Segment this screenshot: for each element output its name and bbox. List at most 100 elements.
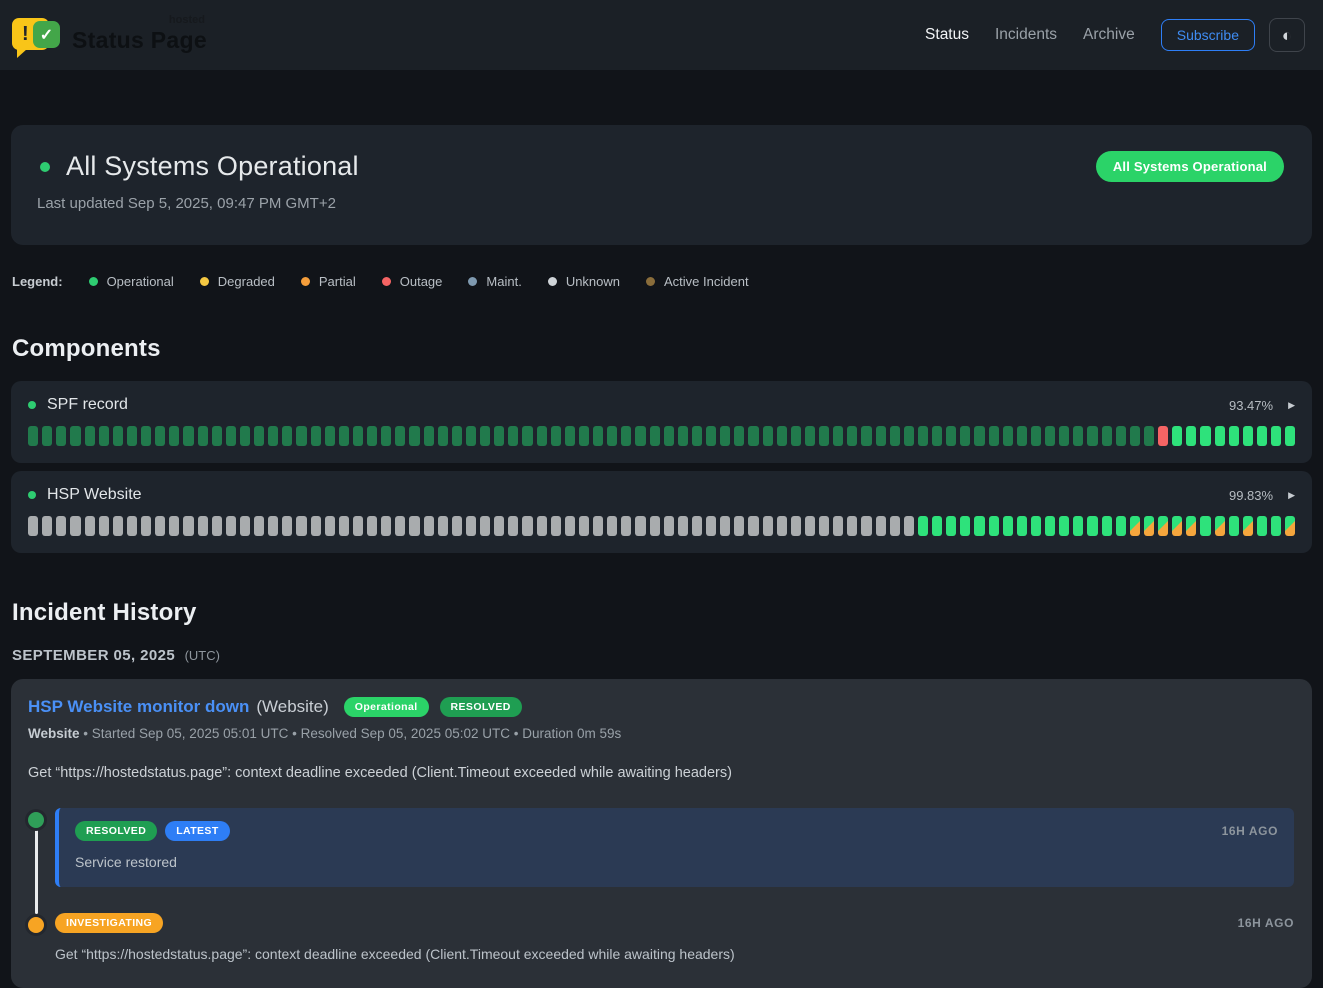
uptime-bar[interactable] (890, 516, 900, 536)
uptime-bar[interactable] (353, 516, 363, 536)
theme-toggle-button[interactable]: ◐ (1269, 18, 1305, 52)
uptime-bar[interactable] (339, 426, 349, 446)
uptime-bar[interactable] (409, 516, 419, 536)
uptime-bar[interactable] (438, 516, 448, 536)
uptime-bar[interactable] (664, 516, 674, 536)
uptime-bar[interactable] (960, 426, 970, 446)
uptime-bar[interactable] (85, 426, 95, 446)
uptime-bar[interactable] (847, 516, 857, 536)
uptime-bar[interactable] (565, 516, 575, 536)
uptime-bar[interactable] (1200, 516, 1210, 536)
uptime-bar[interactable] (607, 426, 617, 446)
component-card-hsp-website[interactable]: HSP Website99.83%▶ (11, 471, 1312, 553)
component-header[interactable]: HSP Website99.83%▶ (28, 486, 1295, 504)
uptime-bar[interactable] (734, 516, 744, 536)
uptime-bar[interactable] (1102, 426, 1112, 446)
uptime-bar[interactable] (650, 516, 660, 536)
uptime-bar[interactable] (183, 426, 193, 446)
uptime-bar[interactable] (989, 426, 999, 446)
subscribe-button[interactable]: Subscribe (1161, 19, 1255, 51)
uptime-bar[interactable] (805, 516, 815, 536)
uptime-bar[interactable] (918, 426, 928, 446)
uptime-bar[interactable] (424, 426, 434, 446)
uptime-bar[interactable] (226, 516, 236, 536)
uptime-bar[interactable] (466, 516, 476, 536)
uptime-bar[interactable] (1186, 426, 1196, 446)
uptime-bar[interactable] (1271, 516, 1281, 536)
expand-arrow-icon[interactable]: ▶ (1288, 400, 1295, 411)
uptime-bar[interactable] (113, 516, 123, 536)
uptime-bar[interactable] (1158, 516, 1168, 536)
uptime-bar[interactable] (551, 426, 561, 446)
uptime-bar[interactable] (1186, 516, 1196, 536)
uptime-bar[interactable] (183, 516, 193, 536)
uptime-bar[interactable] (1087, 516, 1097, 536)
uptime-bar[interactable] (339, 516, 349, 536)
uptime-bar[interactable] (42, 426, 52, 446)
uptime-bar[interactable] (1229, 426, 1239, 446)
uptime-bar[interactable] (70, 516, 80, 536)
uptime-bar[interactable] (1172, 426, 1182, 446)
uptime-bar[interactable] (395, 426, 405, 446)
uptime-bar[interactable] (833, 426, 843, 446)
uptime-bar[interactable] (1130, 426, 1140, 446)
uptime-bar[interactable] (424, 516, 434, 536)
uptime-bar[interactable] (480, 516, 490, 536)
uptime-bar[interactable] (861, 516, 871, 536)
uptime-bar[interactable] (438, 426, 448, 446)
uptime-bar[interactable] (85, 516, 95, 536)
uptime-bar[interactable] (282, 516, 292, 536)
component-header[interactable]: SPF record93.47%▶ (28, 396, 1295, 414)
uptime-bar[interactable] (1017, 426, 1027, 446)
uptime-bar[interactable] (268, 516, 278, 536)
uptime-bar[interactable] (1271, 426, 1281, 446)
uptime-bar[interactable] (325, 426, 335, 446)
uptime-bar[interactable] (1045, 516, 1055, 536)
uptime-bar[interactable] (226, 426, 236, 446)
uptime-bar[interactable] (141, 426, 151, 446)
uptime-bar[interactable] (381, 516, 391, 536)
uptime-bar[interactable] (607, 516, 617, 536)
brand-logo[interactable]: ! ✓ hosted Status Page (12, 12, 207, 58)
component-card-spf-record[interactable]: SPF record93.47%▶ (11, 381, 1312, 463)
uptime-bar[interactable] (960, 516, 970, 536)
uptime-bar[interactable] (678, 426, 688, 446)
uptime-bar[interactable] (890, 426, 900, 446)
uptime-bar[interactable] (212, 516, 222, 536)
uptime-bar[interactable] (734, 426, 744, 446)
uptime-bar[interactable] (1257, 426, 1267, 446)
uptime-bar[interactable] (169, 426, 179, 446)
uptime-bar[interactable] (311, 516, 321, 536)
uptime-bar[interactable] (1017, 516, 1027, 536)
uptime-bar[interactable] (381, 426, 391, 446)
uptime-bar[interactable] (1116, 426, 1126, 446)
uptime-bar[interactable] (876, 426, 886, 446)
uptime-bar[interactable] (989, 516, 999, 536)
uptime-bar[interactable] (579, 516, 589, 536)
uptime-bar[interactable] (1003, 426, 1013, 446)
uptime-bar[interactable] (1045, 426, 1055, 446)
uptime-bar[interactable] (791, 426, 801, 446)
uptime-bar[interactable] (946, 516, 956, 536)
uptime-bar[interactable] (635, 426, 645, 446)
uptime-bar[interactable] (777, 426, 787, 446)
uptime-bar[interactable] (480, 426, 490, 446)
uptime-bar[interactable] (325, 516, 335, 536)
uptime-bar[interactable] (706, 516, 716, 536)
uptime-bar[interactable] (748, 516, 758, 536)
uptime-bar[interactable] (946, 426, 956, 446)
uptime-bar[interactable] (593, 516, 603, 536)
nav-archive[interactable]: Archive (1083, 26, 1135, 44)
uptime-bar[interactable] (198, 516, 208, 536)
uptime-bar[interactable] (56, 426, 66, 446)
uptime-bar[interactable] (522, 426, 532, 446)
uptime-bar[interactable] (1031, 426, 1041, 446)
uptime-bar[interactable] (99, 516, 109, 536)
uptime-bar[interactable] (918, 516, 928, 536)
uptime-bar[interactable] (1243, 516, 1253, 536)
uptime-bar[interactable] (763, 516, 773, 536)
uptime-bar[interactable] (28, 426, 38, 446)
uptime-bar[interactable] (296, 516, 306, 536)
uptime-bar[interactable] (254, 426, 264, 446)
uptime-bar[interactable] (466, 426, 476, 446)
